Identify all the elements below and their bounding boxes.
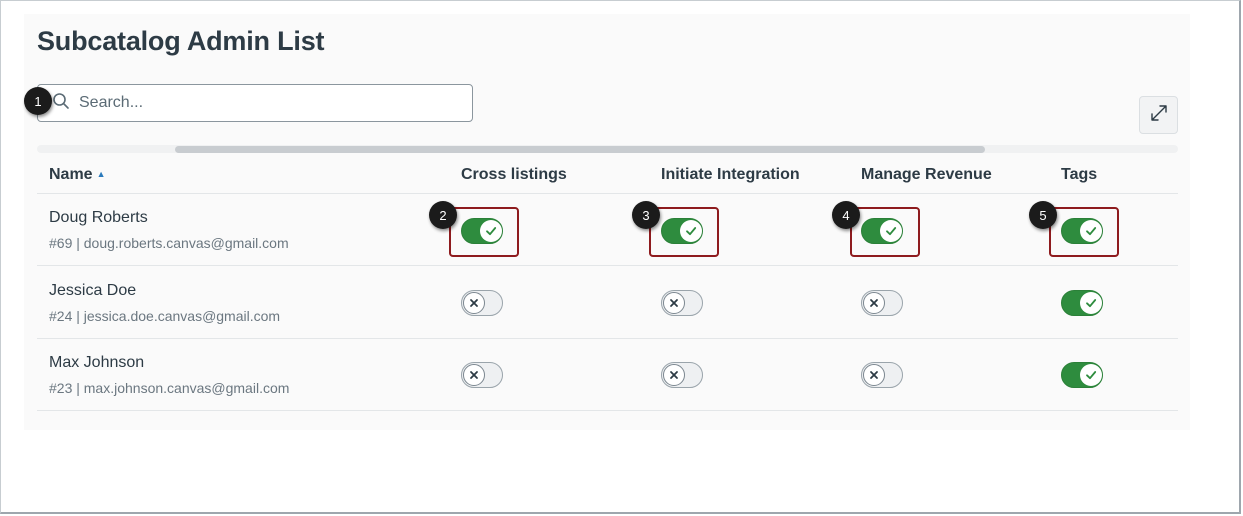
x-icon [863, 364, 885, 386]
highlight-box [449, 207, 519, 257]
page-title: Subcatalog Admin List [37, 26, 325, 56]
callout-3: 3 [632, 201, 660, 229]
x-icon [463, 292, 485, 314]
column-header-cross-listings: Cross listings [461, 166, 567, 183]
toggle-tags-row-3[interactable] [1061, 362, 1103, 388]
column-header-name-label: Name [49, 166, 93, 183]
column-header-initiate-integration: Initiate Integration [661, 166, 800, 183]
content-panel [24, 14, 1190, 430]
search-input[interactable] [79, 94, 459, 112]
x-icon [663, 364, 685, 386]
toggle-cross-listings-row-3[interactable] [461, 362, 503, 388]
callout-5: 5 [1029, 201, 1057, 229]
x-icon [863, 292, 885, 314]
column-header-tags: Tags [1061, 166, 1098, 183]
search-icon [52, 92, 70, 115]
callout-2: 2 [429, 201, 457, 229]
header-divider [37, 193, 1178, 194]
scrollbar-thumb[interactable] [175, 146, 985, 153]
x-icon [463, 364, 485, 386]
toggle-initiate-integration-row-3[interactable] [661, 362, 703, 388]
sort-ascending-icon: ▲ [96, 169, 106, 179]
row-divider [37, 338, 1178, 339]
highlight-box [1049, 207, 1119, 257]
toggle-manage-revenue-row-3[interactable] [861, 362, 903, 388]
row-3-detail: #23 | max.johnson.canvas@gmail.com [49, 380, 290, 396]
callout-4: 4 [832, 201, 860, 229]
column-header-manage-revenue: Manage Revenue [861, 166, 992, 183]
column-header-name[interactable]: Name ▲ [49, 166, 106, 184]
row-1-name: Doug Roberts [49, 209, 148, 226]
checkmark-icon [1080, 292, 1102, 314]
row-divider [37, 265, 1178, 266]
toggle-initiate-integration-row-2[interactable] [661, 290, 703, 316]
row-1-detail: #69 | doug.roberts.canvas@gmail.com [49, 235, 289, 251]
checkmark-icon [1080, 364, 1102, 386]
expand-button[interactable] [1139, 96, 1178, 134]
callout-1: 1 [24, 87, 52, 115]
row-3-name: Max Johnson [49, 354, 145, 371]
highlight-box [850, 207, 920, 257]
search-field[interactable] [37, 84, 473, 122]
horizontal-scrollbar[interactable] [37, 145, 1178, 153]
row-divider [37, 410, 1178, 411]
toggle-tags-row-2[interactable] [1061, 290, 1103, 316]
row-2-name: Jessica Doe [49, 282, 137, 299]
toggle-cross-listings-row-2[interactable] [461, 290, 503, 316]
x-icon [663, 292, 685, 314]
toggle-manage-revenue-row-2[interactable] [861, 290, 903, 316]
expand-icon [1148, 102, 1170, 129]
row-2-detail: #24 | jessica.doe.canvas@gmail.com [49, 308, 281, 324]
